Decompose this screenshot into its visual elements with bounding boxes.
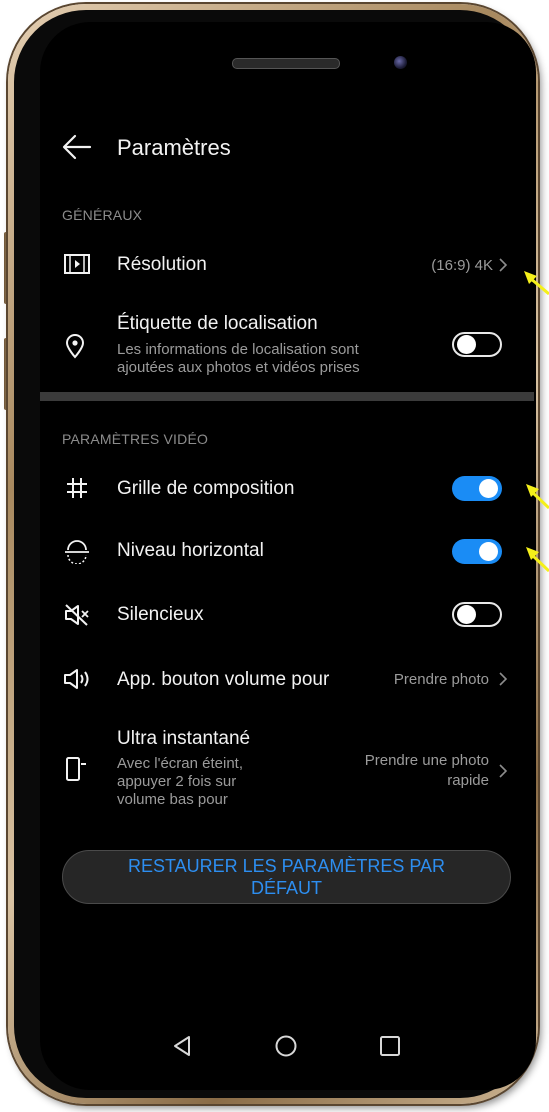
restore-defaults-line2: DÉFAUT [250, 878, 322, 898]
annotation-arrow-level [524, 543, 549, 582]
volume-button-label: App. bouton volume pour [117, 669, 330, 690]
level-label: Niveau horizontal [117, 540, 264, 561]
section-header-general: GÉNÉRAUX [62, 207, 143, 223]
ultra-snapshot-label: Ultra instantané [117, 728, 251, 749]
chevron-right-icon [498, 257, 508, 273]
location-desc-line2: ajoutées aux photos et vidéos prises [117, 359, 360, 376]
annotation-arrow-grid [524, 480, 549, 519]
video-frame-icon [63, 253, 91, 275]
silent-toggle[interactable] [452, 602, 502, 627]
speaker-muted-icon [63, 603, 91, 627]
ultra-snapshot-value-line1: Prendre une photo [364, 752, 489, 769]
section-header-video: PARAMÈTRES VIDÉO [62, 431, 209, 447]
earpiece-speaker [232, 58, 340, 69]
nav-home-icon[interactable] [274, 1034, 298, 1058]
section-divider [40, 392, 534, 401]
level-toggle[interactable] [452, 539, 502, 564]
ultra-snapshot-desc-line3: volume bas pour [117, 791, 228, 808]
grid-hash-icon [65, 476, 89, 500]
phone-volume-down-icon [65, 756, 87, 782]
silent-label: Silencieux [117, 604, 204, 625]
resolution-label: Résolution [117, 254, 207, 275]
ultra-snapshot-desc-line1: Avec l'écran éteint, [117, 755, 243, 772]
chevron-right-icon [498, 671, 508, 687]
ultra-snapshot-desc-line2: appuyer 2 fois sur [117, 773, 237, 790]
volume-button-value: Prendre photo [393, 671, 489, 688]
annotation-arrow-resolution [522, 268, 549, 307]
front-camera [394, 56, 407, 69]
speaker-volume-icon [62, 667, 92, 691]
page-title: Paramètres [117, 135, 231, 160]
ultra-snapshot-value-line2: rapide [447, 772, 489, 789]
location-toggle[interactable] [452, 332, 502, 357]
chevron-right-icon [498, 763, 508, 779]
back-arrow-icon[interactable] [62, 134, 92, 160]
nav-back-icon[interactable] [171, 1034, 193, 1058]
grid-toggle[interactable] [452, 476, 502, 501]
restore-defaults-button[interactable]: RESTAURER LES PARAMÈTRES PAR DÉFAUT [62, 850, 511, 904]
restore-defaults-line1: RESTAURER LES PARAMÈTRES PAR [127, 856, 446, 876]
horizontal-level-icon [64, 540, 90, 564]
location-label: Étiquette de localisation [117, 313, 318, 334]
ultra-snapshot-row[interactable] [40, 722, 534, 818]
location-desc-line1: Les informations de localisation sont [117, 341, 359, 358]
grid-label: Grille de composition [117, 478, 295, 499]
location-pin-icon [64, 333, 86, 359]
resolution-value: (16:9) 4K [431, 257, 493, 274]
nav-recents-icon[interactable] [379, 1035, 401, 1057]
